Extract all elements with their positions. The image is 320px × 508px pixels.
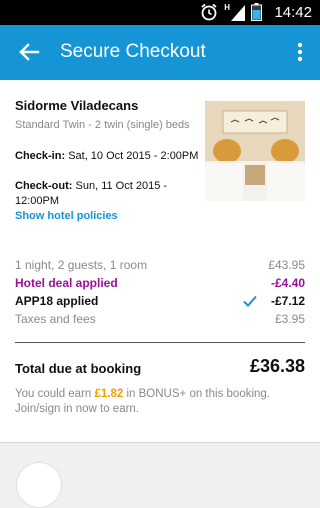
back-arrow-icon[interactable]: [16, 39, 42, 65]
checkin-value: Sat, 10 Oct 2015 - 2:00PM: [68, 150, 199, 162]
total-value: £36.38: [249, 356, 305, 376]
checkout-label: Check-out:: [15, 180, 73, 192]
hotel-deal-row: Hotel deal applied -£4.40: [15, 276, 305, 294]
status-time: 14:42: [274, 4, 312, 21]
hotel-deal-label: Hotel deal applied: [15, 276, 118, 290]
taxes-label: Taxes and fees: [15, 312, 96, 326]
network-type-label: H: [224, 3, 230, 12]
coupon-row: APP18 applied -£7.12: [15, 294, 305, 312]
checkin-info: Check-in: Sat, 10 Oct 2015 - 2:00PM: [15, 149, 200, 164]
earn-amount: £1.82: [94, 388, 124, 400]
status-bar: H 14:42: [0, 0, 320, 25]
checkmark-icon: [243, 295, 257, 307]
total-divider: [15, 342, 305, 343]
status-icons: H: [200, 3, 262, 21]
booking-summary-card: Sidorme Viladecans Standard Twin - 2 twi…: [0, 80, 320, 443]
signal-icon: [231, 5, 245, 21]
battery-icon: [251, 3, 262, 21]
alarm-icon: [201, 3, 217, 21]
taxes-row: Taxes and fees £3.95: [15, 312, 305, 330]
bottom-action-circle[interactable]: [16, 462, 62, 508]
app-bar: Secure Checkout: [0, 25, 320, 80]
coupon-label: APP18 applied: [15, 294, 99, 308]
hotel-name: Sidorme Viladecans: [15, 98, 139, 113]
earn-prefix: You could earn: [15, 388, 95, 400]
more-options-icon[interactable]: [290, 39, 310, 65]
checkout-info: Check-out: Sun, 11 Oct 2015 - 12:00PM: [15, 179, 200, 209]
price-summary-row: 1 night, 2 guests, 1 room £43.95: [15, 258, 305, 276]
hotel-deal-value: -£4.40: [270, 276, 305, 290]
price-summary-value: £43.95: [268, 258, 305, 272]
hotel-room-image: [205, 101, 305, 201]
room-type: Standard Twin - 2 twin (single) beds: [15, 119, 190, 131]
total-label: Total due at booking: [15, 361, 142, 376]
checkin-label: Check-in:: [15, 150, 66, 162]
bonus-earn-message: You could earn £1.82 in BONUS+ on this b…: [15, 387, 305, 417]
taxes-value: £3.95: [274, 312, 305, 326]
hotel-photo[interactable]: [205, 101, 305, 201]
coupon-value: -£7.12: [270, 294, 305, 308]
page-title: Secure Checkout: [60, 41, 206, 62]
show-hotel-policies-link[interactable]: Show hotel policies: [15, 210, 118, 222]
price-summary-label: 1 night, 2 guests, 1 room: [15, 258, 148, 272]
